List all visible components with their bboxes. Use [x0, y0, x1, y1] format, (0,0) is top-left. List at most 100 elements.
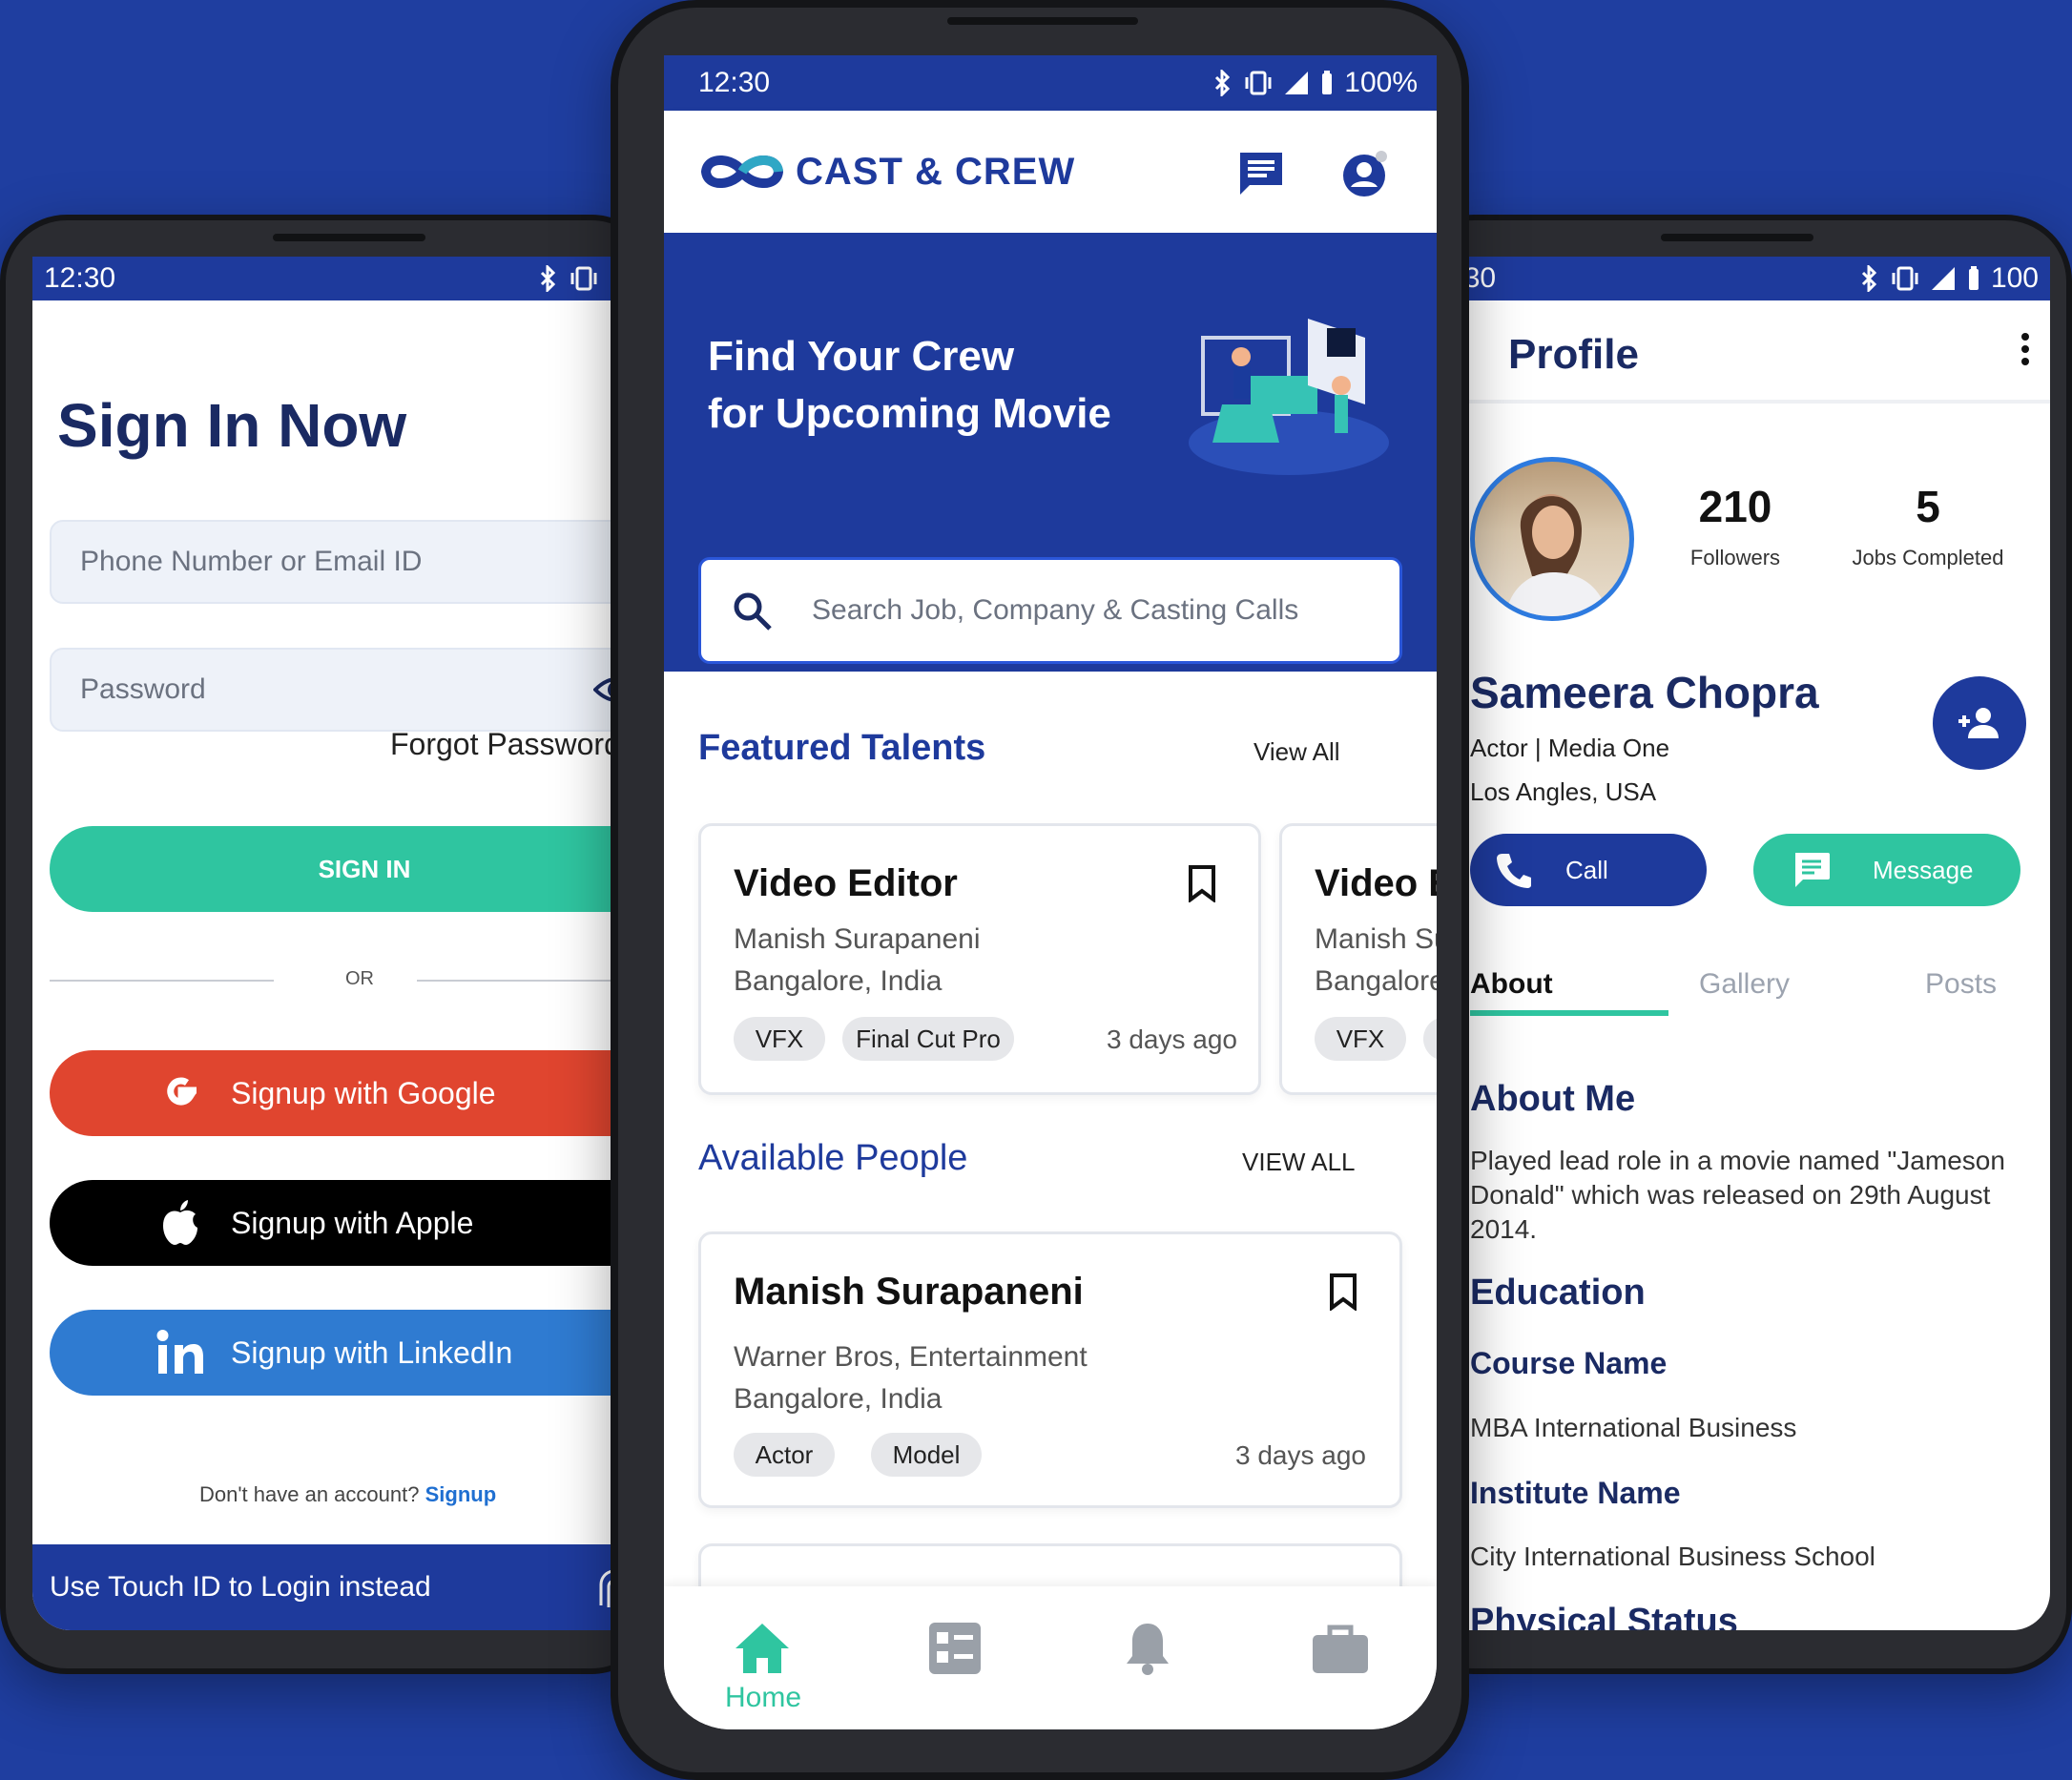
- message-button[interactable]: Message: [1753, 834, 2020, 906]
- search-bar[interactable]: Search Job, Company & Casting Calls: [698, 557, 1402, 664]
- tab-posts[interactable]: Posts: [1925, 968, 1997, 1001]
- profile-screen: 12:30 100 Profile 210 Followers: [1413, 257, 2050, 1630]
- talent-title: Video Editor: [734, 862, 958, 904]
- status-time: 12:30: [44, 262, 116, 294]
- linkedin-signup-label: Signup with LinkedIn: [231, 1335, 513, 1370]
- followers-stat: 210 Followers: [1659, 481, 1812, 570]
- talent-name: Manish Surapaneni: [734, 923, 981, 955]
- hero-title: Find Your Crew for Upcoming Movie: [708, 328, 1185, 443]
- nav-list[interactable]: [922, 1615, 988, 1682]
- institute-label: Institute Name: [1470, 1476, 1681, 1510]
- google-icon: [155, 1067, 206, 1119]
- bookmark-icon[interactable]: [1329, 1273, 1357, 1311]
- status-icons: 100: [1859, 262, 2039, 295]
- profile-title: Profile: [1508, 331, 1639, 378]
- messages-icon[interactable]: [1236, 149, 1286, 198]
- tag-chip: Final Cut Pro: [842, 1017, 1014, 1061]
- featured-view-all-link[interactable]: View All: [1254, 737, 1340, 767]
- bluetooth-icon: [540, 265, 556, 292]
- phone-email-field[interactable]: Phone Number or Email ID: [50, 520, 672, 604]
- profile-role: Actor | Media One: [1470, 734, 1670, 762]
- tag-chip: [1423, 1017, 1437, 1061]
- talent-card[interactable]: Video Editor Manish Surapaneni Bangalore…: [698, 823, 1261, 1095]
- battery-icon: [1968, 266, 1979, 290]
- signin-phone: 12:30 Sign In Now Phone Number or Email …: [0, 215, 672, 1674]
- linkedin-signup-button[interactable]: Signup with LinkedIn: [50, 1310, 672, 1396]
- person-card[interactable]: Manish Surapaneni Warner Bros, Entertain…: [698, 1232, 1402, 1508]
- phone-speaker: [1661, 234, 1813, 241]
- tag-chip: Model: [871, 1433, 982, 1477]
- brand-name: CAST & CREW: [796, 150, 1076, 193]
- talent-card[interactable]: Video Editor Manish Surapaneni Bangalore…: [1279, 823, 1437, 1095]
- tab-about[interactable]: About: [1470, 968, 1553, 1001]
- active-tab-indicator: [1470, 1010, 1668, 1016]
- app-header: CAST & CREW: [664, 111, 1437, 233]
- hero-title-line-1: Find Your Crew: [708, 333, 1015, 380]
- talent-name: Manish Surapaneni: [1315, 923, 1437, 955]
- tag-chip: VFX: [1315, 1017, 1406, 1061]
- course-name-label: Course Name: [1470, 1346, 1668, 1380]
- film-crew-illustration: [1189, 319, 1389, 475]
- bookmark-icon[interactable]: [1188, 864, 1216, 902]
- account-icon[interactable]: [1339, 149, 1389, 198]
- nav-jobs[interactable]: [1307, 1615, 1374, 1682]
- nav-home[interactable]: [729, 1615, 796, 1682]
- no-account-text: Don't have an account?: [199, 1482, 420, 1506]
- person-photo: [1504, 494, 1608, 616]
- touch-id-text: Use Touch ID to Login instead: [50, 1571, 431, 1603]
- talent-location: Bangalore, India: [734, 965, 943, 997]
- available-view-all-link[interactable]: VIEW ALL: [1242, 1148, 1356, 1177]
- person-location: Bangalore, India: [734, 1383, 943, 1415]
- divider-line: [50, 980, 274, 982]
- about-line-3: 2014.: [1470, 1214, 1538, 1244]
- apple-signup-button[interactable]: Signup with Apple: [50, 1180, 672, 1266]
- or-divider: OR: [50, 961, 672, 999]
- password-field[interactable]: Password: [50, 648, 672, 732]
- physical-status-heading: Physical Status: [1470, 1602, 1738, 1630]
- profile-name: Sameera Chopra: [1470, 668, 1819, 717]
- jobs-stat: 5 Jobs Completed: [1833, 481, 2023, 570]
- status-icons: 100%: [1212, 67, 1418, 99]
- more-options-icon[interactable]: [2021, 333, 2031, 371]
- forgot-password-link[interactable]: Forgot Password?: [390, 727, 638, 762]
- add-person-icon: [1958, 708, 1999, 738]
- phone-icon: [1497, 854, 1531, 888]
- followers-count: 210: [1698, 482, 1772, 531]
- signin-title: Sign In Now: [57, 391, 407, 460]
- bluetooth-icon: [1861, 265, 1877, 292]
- call-button[interactable]: Call: [1470, 834, 1707, 906]
- password-placeholder: Password: [80, 673, 206, 705]
- jobs-label: Jobs Completed: [1852, 546, 2004, 569]
- phone-speaker: [273, 234, 425, 241]
- google-signup-button[interactable]: Signup with Google: [50, 1050, 672, 1136]
- profile-header: Profile: [1413, 300, 2050, 404]
- search-placeholder: Search Job, Company & Casting Calls: [812, 594, 1299, 626]
- apple-icon: [155, 1197, 206, 1249]
- about-line-2: Donald" which was released on 29th Augus…: [1470, 1180, 1991, 1210]
- profile-location: Los Angles, USA: [1470, 777, 1657, 806]
- education-heading: Education: [1470, 1273, 1646, 1313]
- vibrate-icon: [1892, 266, 1918, 291]
- add-friend-button[interactable]: [1933, 676, 2026, 770]
- profile-avatar: [1470, 457, 1634, 621]
- bluetooth-icon: [1215, 70, 1231, 96]
- or-text: OR: [345, 968, 374, 989]
- sign-in-button[interactable]: SIGN IN: [50, 826, 672, 912]
- battery-percent: 100%: [1344, 67, 1418, 98]
- available-people-heading: Available People: [698, 1138, 968, 1178]
- signup-prompt: Don't have an account? Signup: [199, 1482, 496, 1507]
- course-name: MBA International Business: [1470, 1413, 1797, 1442]
- apple-signup-label: Signup with Apple: [231, 1205, 474, 1240]
- nav-home-label[interactable]: Home: [725, 1682, 801, 1714]
- vibrate-icon: [1245, 71, 1272, 95]
- tab-gallery[interactable]: Gallery: [1699, 968, 1790, 1001]
- touch-id-bar[interactable]: Use Touch ID to Login instead: [32, 1544, 672, 1630]
- brand-logo: CAST & CREW: [698, 149, 1075, 195]
- briefcase-icon: [1313, 1625, 1368, 1673]
- profile-phone: 12:30 100 Profile 210 Followers: [1407, 215, 2072, 1674]
- nav-notifications[interactable]: [1114, 1615, 1181, 1682]
- signup-link[interactable]: Signup: [425, 1482, 497, 1506]
- jobs-count: 5: [1916, 482, 1940, 531]
- tag-chip: Actor: [734, 1433, 835, 1477]
- phone-email-placeholder: Phone Number or Email ID: [80, 546, 423, 577]
